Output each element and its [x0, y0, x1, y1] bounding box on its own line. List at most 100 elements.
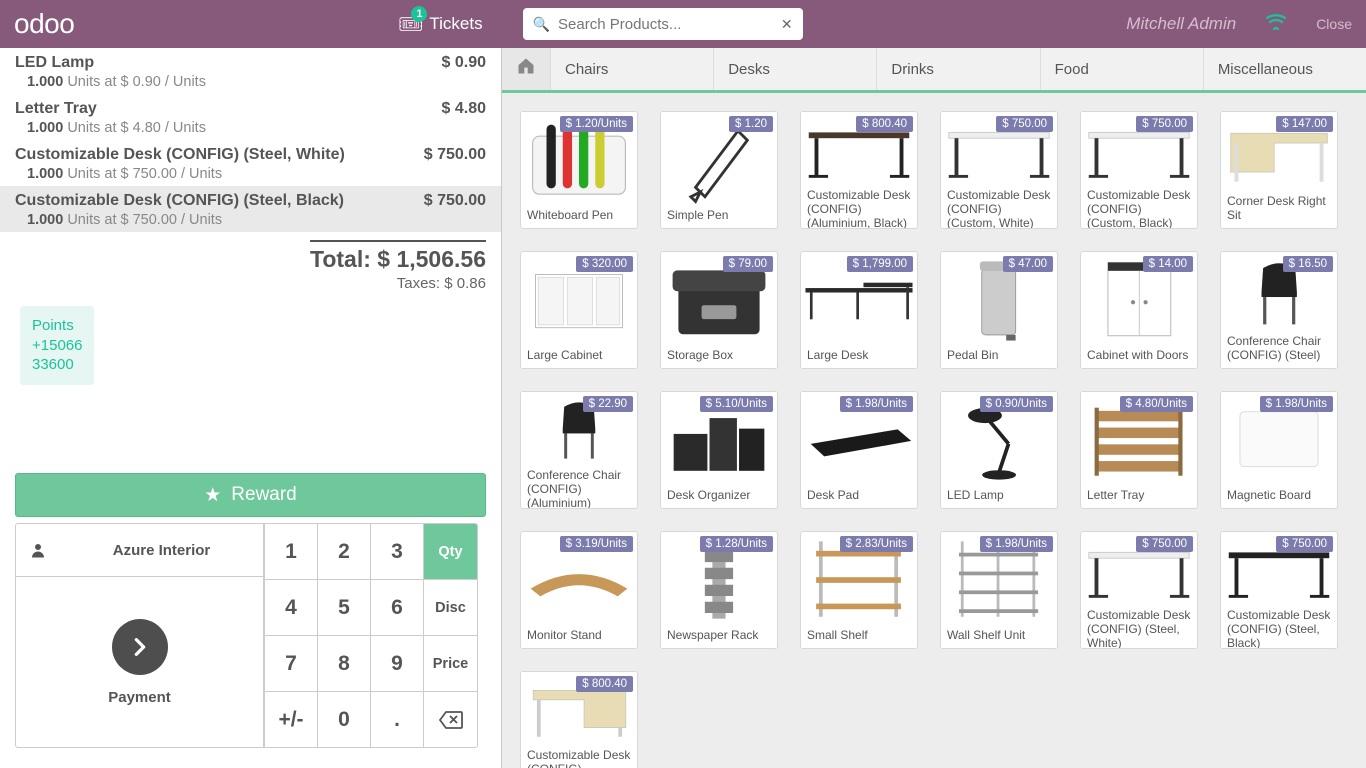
product-card[interactable]: $ 22.90 Conference Chair (CONFIG) (Alumi…: [520, 391, 638, 509]
price-tag: $ 1.98/Units: [840, 396, 913, 412]
price-tag: $ 1.20/Units: [560, 116, 633, 132]
product-grid: $ 1.20/Units Whiteboard Pen$ 1.20 Simple…: [520, 111, 1348, 768]
order-lines: LED Lamp$ 0.90 1.000 Units at $ 0.90 / U…: [0, 48, 501, 458]
user-name[interactable]: Mitchell Admin: [1126, 14, 1236, 34]
decimal-button[interactable]: .: [370, 692, 423, 748]
product-card[interactable]: $ 750.00 Customizable Desk (CONFIG) (Ste…: [1080, 531, 1198, 649]
price-tag: $ 5.10/Units: [700, 396, 773, 412]
product-name: Magnetic Board: [1221, 486, 1337, 508]
category-drinks[interactable]: Drinks: [876, 48, 1039, 90]
orderline-price: $ 0.90: [442, 54, 486, 72]
payment-button[interactable]: Payment: [16, 577, 263, 747]
tickets-button[interactable]: 🎟 1 Tickets: [398, 12, 483, 37]
numkey-8[interactable]: 8: [317, 636, 370, 692]
product-card[interactable]: $ 1.98/Units Magnetic Board: [1220, 391, 1338, 509]
product-name: Customizable Desk (CONFIG) (Aluminium, B…: [801, 186, 917, 228]
product-card[interactable]: $ 1.28/Units Newspaper Rack: [660, 531, 778, 649]
product-card[interactable]: $ 147.00 Corner Desk Right Sit: [1220, 111, 1338, 229]
orderline-qty: 1.000: [27, 74, 63, 90]
price-tag: $ 800.40: [856, 116, 913, 132]
product-card[interactable]: $ 1.20 Simple Pen: [660, 111, 778, 229]
product-name: Customizable Desk (CONFIG) (Aluminium, W…: [521, 746, 637, 768]
price-tag: $ 147.00: [1276, 116, 1333, 132]
product-card[interactable]: $ 2.83/Units Small Shelf: [800, 531, 918, 649]
taxes-label: Taxes:: [397, 275, 445, 292]
product-card[interactable]: $ 16.50 Conference Chair (CONFIG) (Steel…: [1220, 251, 1338, 369]
product-card[interactable]: $ 5.10/Units Desk Organizer: [660, 391, 778, 509]
numkey-4[interactable]: 4: [264, 580, 317, 636]
product-name: Customizable Desk (CONFIG) (Custom, Whit…: [941, 186, 1057, 228]
price-tag: $ 3.19/Units: [560, 536, 633, 552]
search-input[interactable]: [558, 16, 781, 33]
product-card[interactable]: $ 4.80/Units Letter Tray: [1080, 391, 1198, 509]
tickets-label: Tickets: [429, 14, 482, 34]
search-box[interactable]: 🔍 ✕: [523, 8, 803, 40]
product-card[interactable]: $ 750.00 Customizable Desk (CONFIG) (Ste…: [1220, 531, 1338, 649]
product-card[interactable]: $ 1,799.00 Large Desk: [800, 251, 918, 369]
numkey-1[interactable]: 1: [264, 524, 317, 580]
logo: odoo: [14, 8, 74, 40]
loyalty-badge: Points +15066 33600: [20, 306, 94, 385]
price-tag: $ 1.28/Units: [700, 536, 773, 552]
mode-disc-button[interactable]: Disc: [423, 580, 477, 636]
numkey-3[interactable]: 3: [370, 524, 423, 580]
mode-qty-button[interactable]: Qty: [423, 524, 477, 580]
reward-button[interactable]: ★ Reward: [15, 473, 486, 517]
product-card[interactable]: $ 79.00 Storage Box: [660, 251, 778, 369]
orderline-name: Letter Tray: [15, 100, 97, 118]
product-card[interactable]: $ 750.00 Customizable Desk (CONFIG) (Cus…: [1080, 111, 1198, 229]
product-card[interactable]: $ 800.40 Customizable Desk (CONFIG) (Alu…: [800, 111, 918, 229]
product-card[interactable]: $ 0.90/Units LED Lamp: [940, 391, 1058, 509]
product-name: Newspaper Rack: [661, 626, 777, 648]
mode-price-button[interactable]: Price: [423, 636, 477, 692]
product-card[interactable]: $ 1.98/Units Desk Pad: [800, 391, 918, 509]
customer-button[interactable]: Azure Interior: [16, 524, 263, 577]
category-chairs[interactable]: Chairs: [550, 48, 713, 90]
product-card[interactable]: $ 320.00 Large Cabinet: [520, 251, 638, 369]
numkey-0[interactable]: 0: [317, 692, 370, 748]
orderline-qty: 1.000: [27, 166, 63, 182]
product-card[interactable]: $ 800.40 Customizable Desk (CONFIG) (Alu…: [520, 671, 638, 768]
loyalty-line2: +15066: [32, 336, 82, 356]
price-tag: $ 1.98/Units: [1260, 396, 1333, 412]
numkey-9[interactable]: 9: [370, 636, 423, 692]
payment-label: Payment: [108, 689, 171, 706]
price-tag: $ 1.20: [729, 116, 773, 132]
clear-search-icon[interactable]: ✕: [781, 16, 793, 33]
product-name: Wall Shelf Unit: [941, 626, 1057, 648]
product-card[interactable]: $ 3.19/Units Monitor Stand: [520, 531, 638, 649]
product-card[interactable]: $ 750.00 Customizable Desk (CONFIG) (Cus…: [940, 111, 1058, 229]
numkey-7[interactable]: 7: [264, 636, 317, 692]
product-card[interactable]: $ 1.20/Units Whiteboard Pen: [520, 111, 638, 229]
product-name: Cabinet with Doors: [1081, 346, 1197, 368]
ticket-icon: 🎟 1: [398, 12, 423, 37]
product-name: Whiteboard Pen: [521, 206, 637, 228]
order-line[interactable]: Customizable Desk (CONFIG) (Steel, Black…: [0, 186, 501, 232]
close-button[interactable]: Close: [1316, 16, 1352, 32]
backspace-button[interactable]: [423, 692, 477, 748]
category-miscellaneous[interactable]: Miscellaneous: [1203, 48, 1366, 90]
order-line[interactable]: Letter Tray$ 4.80 1.000 Units at $ 4.80 …: [0, 94, 501, 140]
product-card[interactable]: $ 47.00 Pedal Bin: [940, 251, 1058, 369]
price-tag: $ 16.50: [1283, 256, 1333, 272]
numkey-5[interactable]: 5: [317, 580, 370, 636]
category-row: ChairsDesksDrinksFoodMiscellaneous: [502, 48, 1366, 93]
price-tag: $ 79.00: [723, 256, 773, 272]
product-name: Pedal Bin: [941, 346, 1057, 368]
product-card[interactable]: $ 1.98/Units Wall Shelf Unit: [940, 531, 1058, 649]
total-value: $ 1,506.56: [377, 246, 486, 272]
order-line[interactable]: Customizable Desk (CONFIG) (Steel, White…: [0, 140, 501, 186]
order-line[interactable]: LED Lamp$ 0.90 1.000 Units at $ 0.90 / U…: [0, 48, 501, 94]
home-category[interactable]: [502, 48, 550, 90]
numkey-6[interactable]: 6: [370, 580, 423, 636]
numkey-2[interactable]: 2: [317, 524, 370, 580]
product-name: Monitor Stand: [521, 626, 637, 648]
category-food[interactable]: Food: [1040, 48, 1203, 90]
sign-button[interactable]: +/-: [264, 692, 317, 748]
product-name: Simple Pen: [661, 206, 777, 228]
product-name: Conference Chair (CONFIG) (Aluminium): [521, 466, 637, 508]
orderline-name: Customizable Desk (CONFIG) (Steel, Black…: [15, 192, 344, 210]
category-desks[interactable]: Desks: [713, 48, 876, 90]
product-card[interactable]: $ 14.00 Cabinet with Doors: [1080, 251, 1198, 369]
orderline-name: LED Lamp: [15, 54, 94, 72]
